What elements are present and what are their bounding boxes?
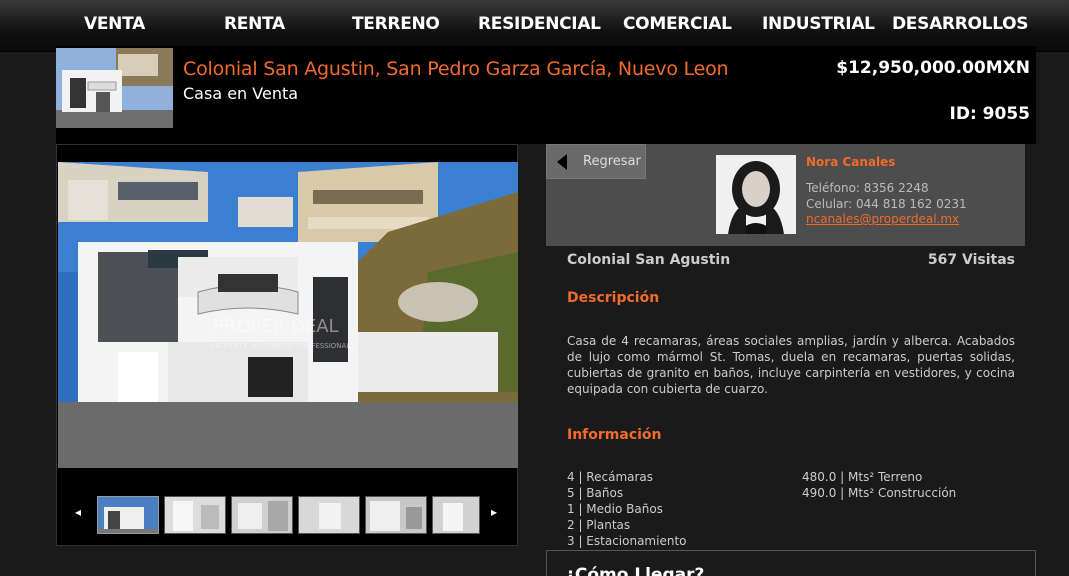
gallery-thumbnail[interactable] bbox=[164, 496, 226, 534]
agent-name: Nora Canales bbox=[806, 155, 896, 169]
agent-email-link[interactable]: ncanales@properdeal.mx bbox=[806, 212, 959, 226]
info-floors: 2 | Plantas bbox=[567, 518, 631, 532]
thumbnail-strip: ◂ ▸ bbox=[57, 493, 517, 537]
nav-comercial[interactable]: COMERCIAL bbox=[623, 14, 732, 34]
description-text: Casa de 4 recamaras, áreas sociales ampl… bbox=[567, 334, 1015, 396]
agent-phone: Teléfono: 8356 2248 bbox=[806, 181, 929, 195]
top-nav: VENTA RENTA TERRENO RESIDENCIAL COMERCIA… bbox=[0, 0, 1069, 52]
listing-thumbnail bbox=[56, 48, 173, 128]
visit-count: 567 Visitas bbox=[927, 252, 1015, 268]
info-land-area: 480.0 | Mts² Terreno bbox=[802, 470, 923, 484]
gallery-thumbnail[interactable] bbox=[298, 496, 360, 534]
next-arrow-icon[interactable]: ▸ bbox=[491, 505, 497, 519]
nav-industrial[interactable]: INDUSTRIAL bbox=[762, 14, 875, 34]
back-button[interactable]: Regresar bbox=[546, 144, 646, 179]
agent-panel: Regresar Nora Canales Teléfono: 8356 224… bbox=[546, 144, 1025, 246]
listing-price: $12,950,000.00MXN bbox=[836, 58, 1030, 78]
info-bathrooms: 5 | Baños bbox=[567, 486, 624, 500]
description-heading: Descripción bbox=[567, 290, 660, 306]
info-bedrooms: 4 | Recámaras bbox=[567, 470, 654, 484]
directions-heading: ¿Cómo Llegar? bbox=[565, 565, 705, 576]
photo-gallery: PROPER DEAL PROPERTY INVESTMENT PROFESSI… bbox=[56, 144, 518, 546]
back-arrow-icon bbox=[557, 154, 567, 170]
nav-venta[interactable]: VENTA bbox=[84, 14, 145, 34]
info-parking: 3 | Estacionamiento bbox=[567, 534, 687, 548]
listing-id: ID: 9055 bbox=[949, 104, 1030, 124]
gallery-thumbnail[interactable] bbox=[231, 496, 293, 534]
main-photo[interactable]: PROPER DEAL PROPERTY INVESTMENT PROFESSI… bbox=[58, 162, 518, 468]
info-half-bathrooms: 1 | Medio Baños bbox=[567, 502, 663, 516]
back-button-label: Regresar bbox=[583, 154, 641, 169]
listing-title: Colonial San Agustin, San Pedro Garza Ga… bbox=[183, 58, 729, 80]
prev-arrow-icon[interactable]: ◂ bbox=[75, 505, 81, 519]
info-construction-area: 490.0 | Mts² Construcción bbox=[802, 486, 957, 500]
directions-section: ¿Cómo Llegar? bbox=[546, 550, 1036, 576]
listing-type: Casa en Venta bbox=[183, 84, 299, 103]
photo-watermark: PROPER DEAL bbox=[213, 316, 339, 337]
nav-terreno[interactable]: TERRENO bbox=[352, 14, 440, 34]
agent-photo bbox=[716, 155, 796, 234]
location-name: Colonial San Agustin bbox=[567, 252, 731, 268]
agent-mobile: Celular: 044 818 162 0231 bbox=[806, 197, 967, 211]
nav-desarrollos[interactable]: DESARROLLOS bbox=[892, 14, 1029, 34]
gallery-thumbnail[interactable] bbox=[432, 496, 480, 534]
gallery-thumbnail[interactable] bbox=[97, 496, 159, 534]
gallery-thumbnail[interactable] bbox=[365, 496, 427, 534]
photo-watermark-sub: PROPERTY INVESTMENT PROFESSIONALS bbox=[211, 342, 355, 350]
info-heading: Información bbox=[567, 427, 662, 443]
nav-residencial[interactable]: RESIDENCIAL bbox=[478, 14, 601, 34]
nav-renta[interactable]: RENTA bbox=[224, 14, 285, 34]
listing-header: Colonial San Agustin, San Pedro Garza Ga… bbox=[56, 46, 1036, 144]
